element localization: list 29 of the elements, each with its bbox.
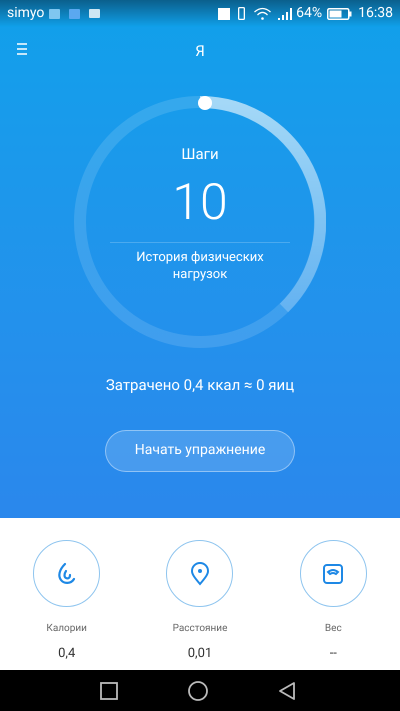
scale-icon xyxy=(322,562,344,584)
battery-percent: 64% xyxy=(296,4,322,23)
menu-icon xyxy=(17,43,27,55)
page-title: Я xyxy=(195,40,205,62)
signal-icon xyxy=(278,8,292,20)
recent-apps-icon[interactable] xyxy=(100,682,118,700)
stat-value: -- xyxy=(330,645,337,663)
stat-button[interactable] xyxy=(166,540,234,607)
wifi-icon xyxy=(254,7,272,20)
stat-button[interactable] xyxy=(300,540,367,607)
stat-value: 0,01 xyxy=(188,645,212,663)
clock-time: 16:38 xyxy=(358,4,393,23)
battery-icon xyxy=(327,8,352,20)
stat-value: 0,4 xyxy=(58,645,76,663)
calories-summary: Затрачено 0,4 ккал ≈ 0 яиц xyxy=(106,375,294,396)
stat-label: Калории xyxy=(46,622,87,636)
stat-label: Вес xyxy=(324,622,342,636)
location-pin-icon xyxy=(190,562,210,586)
start-workout-button[interactable]: Начать упражнение xyxy=(105,430,295,472)
home-icon[interactable] xyxy=(188,680,208,700)
steps-count: 10 xyxy=(172,174,228,232)
steps-label: Шаги xyxy=(181,144,219,165)
stat-label: Расстояние xyxy=(172,622,228,636)
activity-history-link[interactable]: История физических нагрузок xyxy=(120,248,280,282)
flame-icon xyxy=(56,562,78,586)
carrier-name: simyo xyxy=(7,4,44,23)
back-icon[interactable] xyxy=(278,680,296,700)
vibrate-icon xyxy=(238,7,246,20)
stat-button[interactable] xyxy=(33,540,100,607)
